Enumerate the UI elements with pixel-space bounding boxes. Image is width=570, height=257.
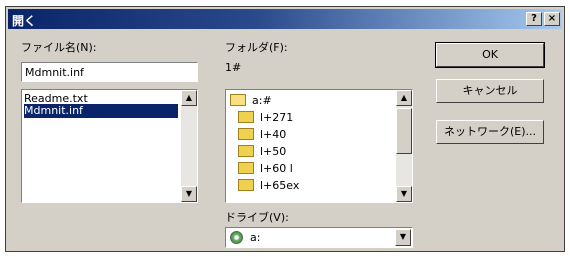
ok-button[interactable]: OK	[435, 42, 545, 68]
folder-icon	[238, 162, 254, 174]
help-button[interactable]: ?	[526, 12, 542, 26]
filename-input[interactable]: Mdmnit.inf	[21, 62, 198, 82]
disk-drive-icon	[230, 231, 243, 244]
open-dialog: 開く ? × ファイル名(N): Mdmnit.inf Readme.txt M…	[5, 6, 565, 252]
folder-item[interactable]: l+60 l	[238, 162, 293, 176]
current-folder: 1#	[225, 61, 242, 74]
drives-value: a:	[250, 231, 261, 244]
folder-list[interactable]: a:# l+271 l+40 l+50 l+60 l l+65ex ▲ ▼	[225, 89, 413, 203]
folder-item[interactable]: l+271	[238, 111, 293, 125]
folder-item[interactable]: l+40	[238, 128, 286, 142]
open-folder-icon	[230, 94, 246, 106]
scroll-down-arrow-icon[interactable]: ▼	[396, 186, 412, 202]
folder-icon	[238, 128, 254, 140]
scroll-thumb[interactable]	[396, 108, 412, 154]
file-list[interactable]: Readme.txt Mdmnit.inf ▲ ▼	[21, 89, 198, 203]
scroll-down-arrow-icon[interactable]: ▼	[181, 186, 197, 202]
scroll-up-arrow-icon[interactable]: ▲	[396, 90, 412, 106]
dialog-title: 開く	[12, 14, 37, 28]
chevron-down-icon[interactable]: ▼	[395, 229, 411, 246]
network-button[interactable]: ネットワーク(E)...	[436, 120, 544, 144]
filename-label: ファイル名(N):	[21, 41, 97, 54]
folder-list-scrollbar[interactable]: ▲ ▼	[396, 90, 412, 202]
folder-icon	[238, 111, 254, 123]
folder-item[interactable]: a:#	[230, 94, 272, 108]
folder-icon	[238, 145, 254, 157]
folder-item[interactable]: l+65ex	[238, 179, 299, 193]
folder-item[interactable]: l+50	[238, 145, 286, 159]
file-list-scrollbar[interactable]: ▲ ▼	[181, 90, 197, 202]
close-button[interactable]: ×	[544, 12, 560, 26]
file-list-item-selected[interactable]: Mdmnit.inf	[24, 104, 178, 118]
folder-label: フォルダ(F):	[225, 41, 288, 54]
drives-label: ドライブ(V):	[225, 211, 289, 224]
title-bar[interactable]: 開く ? ×	[8, 9, 562, 29]
drives-select[interactable]: a: ▼	[225, 227, 413, 248]
folder-icon	[238, 179, 254, 191]
cancel-button[interactable]: キャンセル	[436, 79, 544, 103]
scroll-up-arrow-icon[interactable]: ▲	[181, 90, 197, 106]
filename-input-value: Mdmnit.inf	[25, 66, 84, 79]
